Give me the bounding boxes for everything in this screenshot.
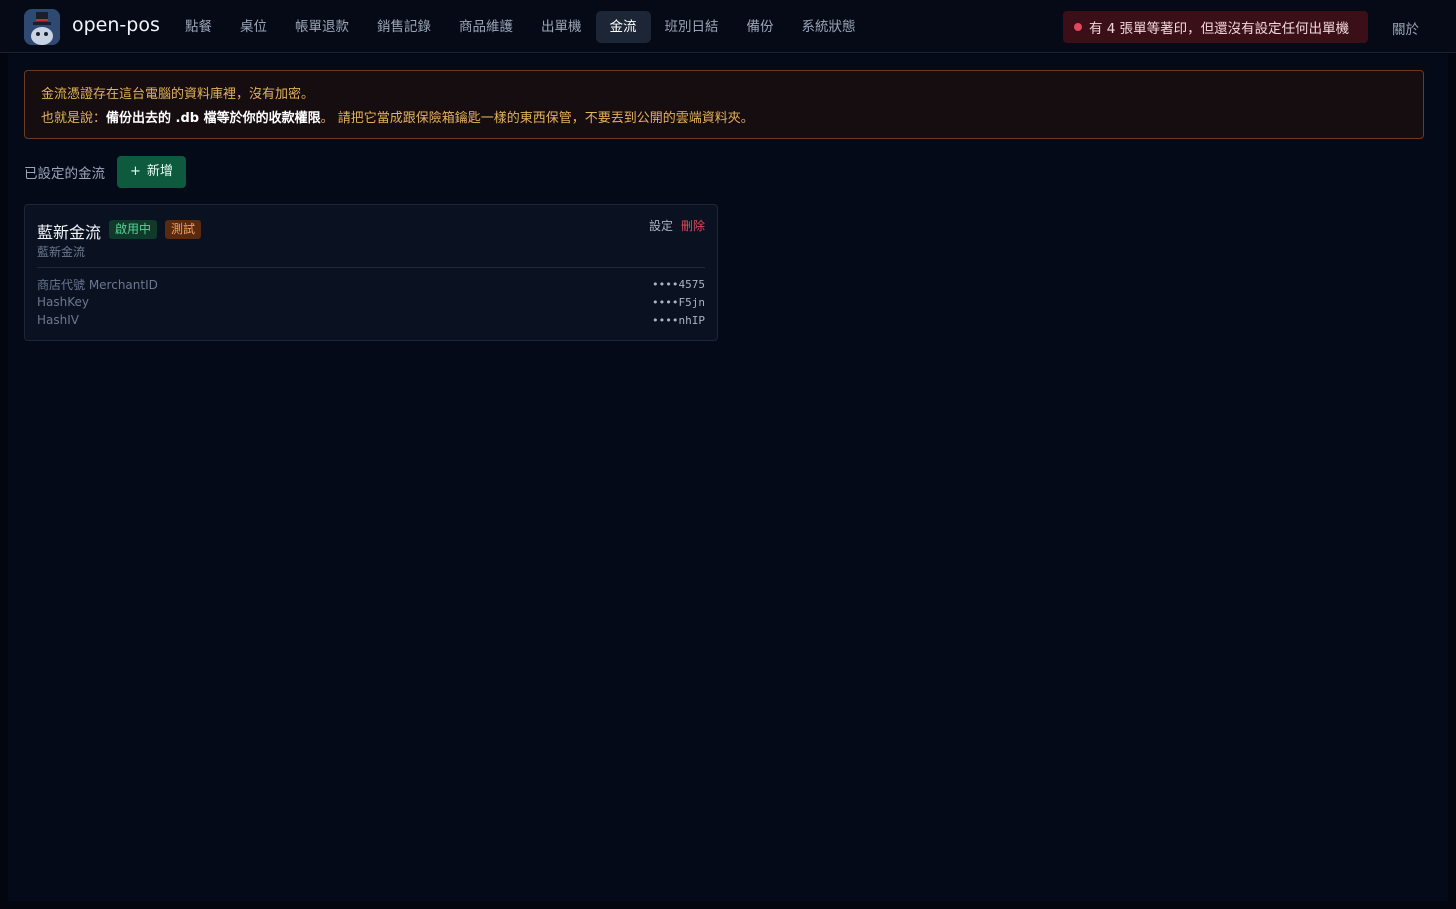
magician-cat-logo[interactable] bbox=[24, 9, 60, 45]
nav-tab-system-status[interactable]: 系統狀態 bbox=[788, 11, 870, 43]
warning-line-2-suffix: 。 請把它當成跟保險箱鑰匙一樣的東西保管，不要丟到公開的雲端資料夾。 bbox=[320, 111, 754, 126]
nav-tab-products[interactable]: 商品維護 bbox=[445, 11, 527, 43]
field-label-merchant-id: 商店代號 MerchantID bbox=[37, 277, 158, 292]
warning-line-2: 也就是說：備份出去的 .db 檔等於你的收款權限。 請把它當成跟保險箱鑰匙一樣的… bbox=[41, 107, 1407, 131]
nav-tab-payments[interactable]: 金流 bbox=[595, 11, 651, 43]
encryption-warning-box: 金流憑證存在這台電腦的資料庫裡，沒有加密。 也就是說：備份出去的 .db 檔等於… bbox=[24, 70, 1424, 139]
logo-icon bbox=[24, 9, 60, 45]
warning-line-1: 金流憑證存在這台電腦的資料庫裡，沒有加密。 bbox=[41, 87, 315, 102]
provider-name: 藍新金流 bbox=[37, 223, 102, 242]
field-row-merchant-id: 商店代號 MerchantID ••••4575 bbox=[37, 275, 705, 293]
field-label-hashkey: HashKey bbox=[37, 295, 89, 309]
nav-tab-printers[interactable]: 出單機 bbox=[527, 11, 596, 43]
field-value-hashiv: ••••nhIP bbox=[652, 313, 705, 327]
app-brand: open-pos bbox=[72, 14, 160, 36]
configured-payments-header: 已設定的金流 + 新增 bbox=[24, 156, 186, 188]
card-actions: 設定 刪除 bbox=[649, 217, 705, 234]
nav-tab-tables[interactable]: 桌位 bbox=[226, 11, 281, 43]
printer-alert-button[interactable]: 有 4 張單等著印，但還沒有設定任何出單機 bbox=[1063, 11, 1368, 43]
warning-line-2-prefix: 也就是說： bbox=[41, 111, 107, 126]
settings-link[interactable]: 設定 bbox=[649, 217, 673, 234]
credential-fields: 商店代號 MerchantID ••••4575 HashKey ••••F5j… bbox=[37, 275, 705, 329]
payment-provider-card: 藍新金流 啟用中 測試 藍新金流 設定 刪除 商店代號 MerchantID •… bbox=[24, 204, 718, 341]
delete-link[interactable]: 刪除 bbox=[681, 217, 705, 234]
field-row-hashiv: HashIV ••••nhIP bbox=[37, 311, 705, 329]
top-nav-bar: open-pos 點餐 桌位 帳單退款 銷售記錄 商品維護 出單機 金流 班別日… bbox=[0, 0, 1456, 53]
main-content: 金流憑證存在這台電腦的資料庫裡，沒有加密。 也就是說：備份出去的 .db 檔等於… bbox=[8, 54, 1448, 901]
field-value-hashkey: ••••F5jn bbox=[652, 295, 705, 309]
status-badge-test: 測試 bbox=[165, 220, 202, 239]
nav-tab-backup[interactable]: 備份 bbox=[733, 11, 788, 43]
add-button-label: 新增 bbox=[146, 164, 173, 179]
provider-subtitle: 藍新金流 bbox=[37, 245, 86, 259]
card-divider bbox=[37, 267, 705, 268]
alert-dot-icon bbox=[1074, 23, 1082, 31]
status-badge-active: 啟用中 bbox=[109, 220, 158, 239]
section-label: 已設定的金流 bbox=[24, 166, 105, 182]
nav-tab-order[interactable]: 點餐 bbox=[171, 11, 226, 43]
field-row-hashkey: HashKey ••••F5jn bbox=[37, 293, 705, 311]
field-label-hashiv: HashIV bbox=[37, 313, 79, 327]
about-link[interactable]: 關於 bbox=[1392, 18, 1419, 38]
nav-tab-sales-records[interactable]: 銷售記錄 bbox=[363, 11, 445, 43]
plus-icon: + bbox=[130, 164, 141, 179]
nav-tab-bill-refund[interactable]: 帳單退款 bbox=[281, 11, 363, 43]
warning-line-2-emphasis: 備份出去的 .db 檔等於你的收款權限 bbox=[106, 111, 321, 126]
nav-tab-shift-close[interactable]: 班別日結 bbox=[651, 11, 733, 43]
field-value-merchant-id: ••••4575 bbox=[652, 277, 705, 291]
app-window: open-pos 點餐 桌位 帳單退款 銷售記錄 商品維護 出單機 金流 班別日… bbox=[0, 0, 1456, 909]
printer-alert-text: 有 4 張單等著印，但還沒有設定任何出單機 bbox=[1089, 21, 1350, 37]
main-nav: 點餐 桌位 帳單退款 銷售記錄 商品維護 出單機 金流 班別日結 備份 系統狀態 bbox=[171, 11, 870, 43]
add-payment-button[interactable]: + 新增 bbox=[117, 156, 186, 188]
